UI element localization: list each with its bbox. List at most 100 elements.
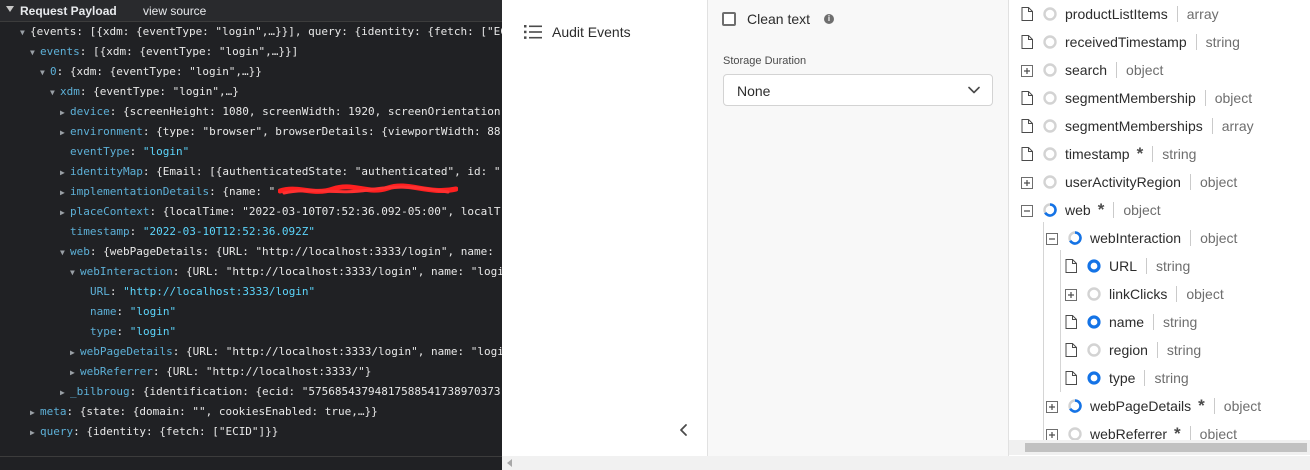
- field-selection-radio-icon[interactable]: [1043, 63, 1057, 77]
- schema-field-row[interactable]: type string: [1065, 366, 1189, 390]
- type-separator: [1156, 342, 1158, 358]
- field-name[interactable]: webInteraction: [1090, 230, 1181, 246]
- payload-tree-line[interactable]: ▶ identityMap: {Email: [{authenticatedSta…: [60, 162, 500, 182]
- field-selection-radio-icon[interactable]: [1043, 7, 1057, 21]
- field-name[interactable]: web: [1065, 202, 1091, 218]
- nav-item-audit-events[interactable]: Audit Events: [524, 22, 631, 42]
- field-selection-radio-icon[interactable]: [1087, 371, 1101, 385]
- bottom-scroll-strip[interactable]: [502, 456, 1310, 470]
- schema-field-row[interactable]: userActivityRegion object: [1021, 170, 1237, 194]
- field-selection-radio-icon[interactable]: [1043, 203, 1057, 217]
- expand-box-icon[interactable]: [1021, 175, 1033, 189]
- collapsed-triangle-icon[interactable]: ▶: [60, 103, 70, 123]
- clean-text-checkbox[interactable]: [722, 12, 736, 26]
- schema-field-row[interactable]: linkClicks object: [1065, 282, 1224, 306]
- schema-horizontal-scrollbar[interactable]: [1009, 440, 1310, 455]
- schema-field-row[interactable]: receivedTimestamp string: [1021, 30, 1240, 54]
- field-name[interactable]: receivedTimestamp: [1065, 34, 1187, 50]
- field-name[interactable]: segmentMemberships: [1065, 118, 1203, 134]
- field-name[interactable]: userActivityRegion: [1065, 174, 1181, 190]
- payload-tree-line[interactable]: ▶ _bilbroug: {identification: {ecid: "575…: [60, 382, 500, 402]
- field-name[interactable]: timestamp: [1065, 146, 1130, 162]
- field-selection-radio-icon[interactable]: [1068, 399, 1082, 413]
- collapsed-triangle-icon[interactable]: ▶: [60, 163, 70, 183]
- schema-field-row[interactable]: region string: [1065, 338, 1201, 362]
- payload-tree-line[interactable]: ▼ 0: {xdm: {eventType: "login",…}}: [40, 62, 262, 82]
- payload-tree-line[interactable]: ▼ webInteraction: {URL: "http://localhost…: [70, 262, 502, 282]
- payload-tree-line[interactable]: ▼ web: {webPageDetails: {URL: "http://loc…: [60, 242, 494, 262]
- scroll-left-arrow-icon[interactable]: [507, 459, 512, 467]
- field-selection-radio-icon[interactable]: [1087, 259, 1101, 273]
- schema-field-row[interactable]: productListItems array: [1021, 2, 1219, 26]
- collapse-box-icon[interactable]: [1046, 231, 1058, 245]
- schema-field-row[interactable]: URL string: [1065, 254, 1190, 278]
- expanded-triangle-icon[interactable]: ▼: [20, 23, 30, 43]
- payload-tree-line[interactable]: ▶ query: {identity: {fetch: ["ECID"]}}: [30, 422, 278, 442]
- collapse-box-icon[interactable]: [1021, 203, 1033, 217]
- expanded-triangle-icon[interactable]: ▼: [30, 43, 40, 63]
- collapsed-triangle-icon[interactable]: ▶: [30, 423, 40, 443]
- field-name[interactable]: URL: [1109, 258, 1137, 274]
- field-name[interactable]: region: [1109, 342, 1148, 358]
- payload-tree-line[interactable]: ▶ webReferrer: {URL: "http://localhost:33…: [70, 362, 371, 382]
- field-selection-radio-icon[interactable]: [1087, 287, 1101, 301]
- collapsed-triangle-icon[interactable]: ▶: [60, 383, 70, 403]
- expand-box-icon[interactable]: [1046, 427, 1058, 441]
- payload-tree-line[interactable]: ▼ {events: [{xdm: {eventType: "login",…}}…: [20, 22, 502, 42]
- collapsed-triangle-icon[interactable]: ▶: [60, 123, 70, 143]
- field-name[interactable]: name: [1109, 314, 1144, 330]
- payload-tree-line[interactable]: ▶ environment: {type: "browser", browserD…: [60, 122, 500, 142]
- request-payload-header[interactable]: Request Payload view source: [0, 0, 502, 22]
- schema-field-row[interactable]: timestamp * string: [1021, 142, 1196, 166]
- collapsed-triangle-icon[interactable]: ▶: [30, 403, 40, 423]
- field-name[interactable]: linkClicks: [1109, 286, 1167, 302]
- expand-box-icon[interactable]: [1021, 63, 1033, 77]
- field-selection-radio-icon[interactable]: [1068, 427, 1082, 441]
- expand-box-icon[interactable]: [1065, 287, 1077, 301]
- field-selection-radio-icon[interactable]: [1087, 315, 1101, 329]
- payload-tree-line[interactable]: ▼ events: [{xdm: {eventType: "login",…}}]: [30, 42, 298, 62]
- field-selection-radio-icon[interactable]: [1043, 91, 1057, 105]
- field-selection-radio-icon[interactable]: [1043, 35, 1057, 49]
- expanded-triangle-icon[interactable]: ▼: [60, 243, 70, 263]
- scrollbar-thumb[interactable]: [1025, 443, 1307, 452]
- field-selection-radio-icon[interactable]: [1068, 231, 1082, 245]
- collapse-triangle-icon[interactable]: [6, 6, 14, 12]
- field-name[interactable]: productListItems: [1065, 6, 1168, 22]
- schema-field-row[interactable]: segmentMemberships array: [1021, 114, 1254, 138]
- schema-field-row[interactable]: web * object: [1021, 198, 1161, 222]
- schema-field-row[interactable]: webPageDetails * object: [1046, 394, 1261, 418]
- field-selection-radio-icon[interactable]: [1043, 119, 1057, 133]
- schema-field-row[interactable]: segmentMembership object: [1021, 86, 1252, 110]
- field-name[interactable]: search: [1065, 62, 1107, 78]
- chevron-left-icon[interactable]: [674, 420, 694, 440]
- storage-duration-select[interactable]: None: [723, 74, 993, 106]
- payload-tree-line[interactable]: ▶ meta: {state: {domain: "", cookiesEnabl…: [30, 402, 378, 422]
- collapsed-triangle-icon[interactable]: ▶: [60, 183, 70, 203]
- expanded-triangle-icon[interactable]: ▼: [50, 83, 60, 103]
- info-icon[interactable]: i: [824, 14, 835, 24]
- field-name[interactable]: type: [1109, 370, 1135, 386]
- field-selection-radio-icon[interactable]: [1087, 343, 1101, 357]
- schema-field-row[interactable]: webInteraction object: [1046, 226, 1237, 250]
- collapsed-triangle-icon[interactable]: ▶: [70, 363, 80, 383]
- payload-tree-line[interactable]: ▶ placeContext: {localTime: "2022-03-10T0…: [60, 202, 500, 222]
- collapsed-triangle-icon[interactable]: ▶: [70, 343, 80, 363]
- expanded-triangle-icon[interactable]: ▼: [70, 263, 80, 283]
- expand-box-icon[interactable]: [1046, 399, 1058, 413]
- view-source-link[interactable]: view source: [143, 4, 206, 18]
- clean-text-label[interactable]: Clean text: [747, 11, 810, 27]
- field-name[interactable]: segmentMembership: [1065, 90, 1196, 106]
- payload-tree-line[interactable]: ▶ implementationDetails: {name: ": [60, 182, 275, 202]
- expanded-triangle-icon[interactable]: ▼: [40, 63, 50, 83]
- schema-field-row[interactable]: name string: [1065, 310, 1197, 334]
- payload-tree-line[interactable]: ▼ xdm: {eventType: "login",…}: [50, 82, 239, 102]
- payload-tree-line[interactable]: ▶ webPageDetails: {URL: "http://localhost…: [70, 342, 502, 362]
- payload-tree-line[interactable]: ▶ device: {screenHeight: 1080, screenWidt…: [60, 102, 500, 122]
- schema-field-row[interactable]: search object: [1021, 58, 1163, 82]
- field-name[interactable]: webPageDetails: [1090, 398, 1191, 414]
- devtools-scrollbar[interactable]: [0, 456, 502, 470]
- collapsed-triangle-icon[interactable]: ▶: [60, 203, 70, 223]
- field-selection-radio-icon[interactable]: [1043, 147, 1057, 161]
- field-selection-radio-icon[interactable]: [1043, 175, 1057, 189]
